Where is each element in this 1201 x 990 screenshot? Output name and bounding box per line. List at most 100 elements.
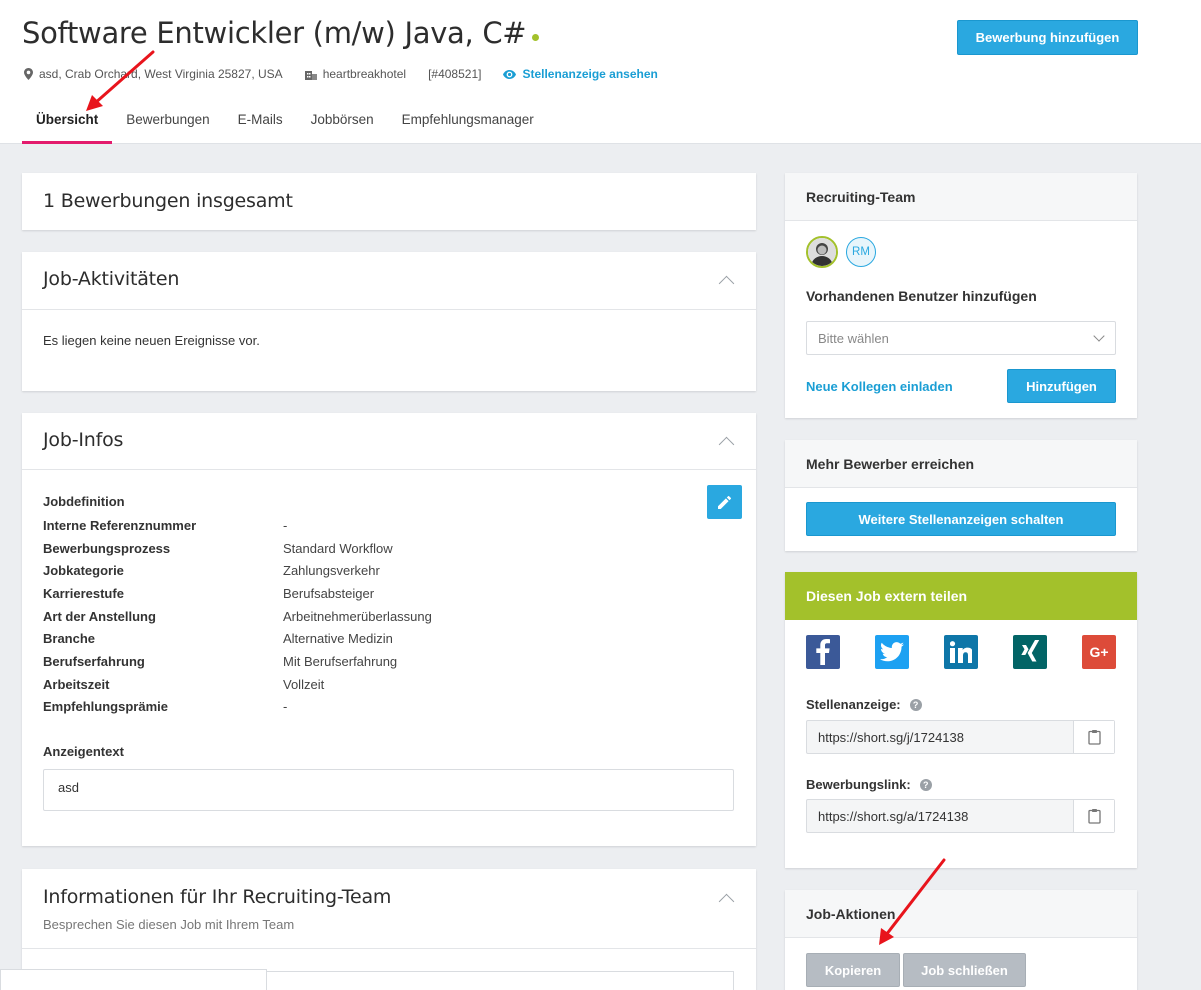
total-applications-card: 1 Bewerbungen insgesamt — [22, 173, 756, 230]
job-ad-url-field[interactable]: https://short.sg/j/1724138 — [806, 720, 1115, 754]
recruiting-team-header: Recruiting-Team — [785, 173, 1137, 221]
comment-tab-fragment[interactable] — [0, 969, 267, 990]
copy-job-button[interactable]: Kopieren — [806, 953, 900, 987]
job-infos-title: Job-Infos — [43, 429, 124, 451]
invite-colleagues-link[interactable]: Neue Kollegen einladen — [806, 379, 953, 394]
info-value: - — [283, 699, 288, 715]
info-value: Arbeitnehmerüberlassung — [283, 608, 432, 624]
company-info: heartbreakhotel — [304, 67, 407, 81]
info-label: Berufserfahrung — [43, 653, 145, 669]
twitter-icon[interactable] — [875, 635, 909, 669]
collapse-chevron-icon[interactable] — [718, 436, 735, 453]
help-icon[interactable]: ? — [909, 698, 922, 711]
total-applications-title: 1 Bewerbungen insgesamt — [43, 190, 293, 212]
clipboard-glyph-icon — [1087, 809, 1101, 824]
comment-input-fragment[interactable] — [266, 971, 734, 990]
xing-glyph-icon — [1021, 640, 1040, 662]
xing-icon[interactable] — [1013, 635, 1047, 669]
job-header: Software Entwickler (m/w) Java, C# asd, … — [0, 0, 1201, 144]
no-events-text: Es liegen keine neuen Ereignisse vor. — [43, 333, 260, 348]
info-row: Interne Referenznummer - — [43, 514, 643, 537]
job-definition-title: Jobdefinition — [43, 494, 125, 509]
clipboard-glyph-icon — [1087, 730, 1101, 745]
tab-referral-manager[interactable]: Empfehlungsmanager — [388, 100, 548, 144]
apply-link-field[interactable]: https://short.sg/a/1724138 — [806, 799, 1115, 833]
view-ad-link-label[interactable]: Stellenanzeige ansehen — [522, 67, 657, 81]
apply-link-label: Bewerbungslink:? — [806, 777, 932, 792]
info-value: - — [283, 517, 288, 533]
team-info-header[interactable]: Informationen für Ihr Recruiting-Team Be… — [22, 869, 756, 949]
team-info-title: Informationen für Ihr Recruiting-Team — [43, 886, 392, 908]
tab-emails[interactable]: E-Mails — [224, 100, 297, 144]
recruiting-team-card: Recruiting-Team RM Vorhandenen Benutzer … — [785, 173, 1137, 418]
apply-link-label-text: Bewerbungslink: — [806, 777, 911, 792]
tab-applications[interactable]: Bewerbungen — [112, 100, 223, 144]
job-ad-url-label-text: Stellenanzeige: — [806, 697, 901, 712]
team-info-subtitle: Besprechen Sie diesen Job mit Ihrem Team — [43, 917, 295, 932]
info-row: Karrierestufe Berufsabsteiger — [43, 582, 643, 605]
info-label: Bewerbungsprozess — [43, 540, 171, 556]
location-text: asd, Crab Orchard, West Virginia 25827, … — [39, 67, 283, 81]
location-info: asd, Crab Orchard, West Virginia 25827, … — [24, 67, 283, 81]
info-row: Bewerbungsprozess Standard Workflow — [43, 537, 643, 560]
share-job-card: Diesen Job extern teilen G+ Stellenanzei… — [785, 572, 1137, 868]
job-id-text: [#408521] — [428, 67, 482, 81]
info-value: Zahlungsverkehr — [283, 563, 380, 579]
share-job-title: Diesen Job extern teilen — [806, 588, 968, 604]
job-id: [#408521] — [428, 67, 481, 81]
facebook-glyph-icon — [816, 639, 830, 665]
recruiting-team-title: Recruiting-Team — [806, 189, 916, 205]
twitter-bird-icon — [880, 642, 904, 662]
job-activities-title: Job-Aktivitäten — [43, 268, 180, 290]
google-plus-icon[interactable]: G+ — [1082, 635, 1116, 669]
job-actions-card: Job-Aktionen Kopieren Job schließen — [785, 890, 1137, 990]
apply-link-url[interactable]: https://short.sg/a/1724138 — [807, 800, 1073, 832]
info-label: Arbeitszeit — [43, 676, 110, 692]
job-infos-header[interactable]: Job-Infos — [22, 413, 756, 470]
job-ad-url-label: Stellenanzeige:? — [806, 697, 922, 712]
job-actions-title: Job-Aktionen — [806, 906, 896, 922]
info-label: Empfehlungsprämie — [43, 699, 168, 715]
add-user-button[interactable]: Hinzufügen — [1007, 369, 1116, 403]
add-application-button[interactable]: Bewerbung hinzufügen — [957, 20, 1138, 55]
info-row: Branche Alternative Medizin — [43, 627, 643, 650]
collapse-chevron-icon[interactable] — [718, 893, 735, 910]
more-job-ads-button[interactable]: Weitere Stellenanzeigen schalten — [806, 502, 1116, 536]
job-info-list: Interne Referenznummer - Bewerbungsprozes… — [43, 514, 643, 718]
status-indicator — [532, 33, 540, 41]
chevron-down-icon — [1093, 330, 1105, 342]
clipboard-icon[interactable] — [1073, 721, 1114, 753]
user-select[interactable]: Bitte wählen — [806, 321, 1116, 355]
tab-job-boards[interactable]: Jobbörsen — [297, 100, 388, 144]
info-value: Mit Berufserfahrung — [283, 653, 398, 669]
edit-job-button[interactable] — [707, 485, 742, 519]
facebook-icon[interactable] — [806, 635, 840, 669]
linkedin-icon[interactable] — [944, 635, 978, 669]
clipboard-icon[interactable] — [1073, 800, 1114, 832]
job-ad-url[interactable]: https://short.sg/j/1724138 — [807, 721, 1073, 753]
help-icon[interactable]: ? — [919, 778, 932, 791]
close-job-button[interactable]: Job schließen — [903, 953, 1026, 987]
avatar[interactable]: RM — [846, 237, 876, 267]
linkedin-glyph-icon — [950, 641, 972, 663]
company-name: heartbreakhotel — [322, 67, 407, 81]
tab-overview[interactable]: Übersicht — [22, 100, 113, 144]
more-applicants-header: Mehr Bewerber erreichen — [785, 440, 1137, 488]
share-job-header: Diesen Job extern teilen — [785, 572, 1137, 620]
info-label: Interne Referenznummer — [43, 517, 197, 533]
job-infos-card: Job-Infos Jobdefinition Interne Referenz… — [22, 413, 756, 846]
user-select-placeholder: Bitte wählen — [818, 331, 889, 346]
avatar[interactable] — [806, 236, 838, 268]
info-label: Jobkategorie — [43, 563, 124, 579]
tab-bar: Übersicht Bewerbungen E-Mails Jobbörsen … — [22, 100, 548, 144]
location-pin-icon — [24, 68, 33, 80]
info-value: Standard Workflow — [283, 540, 393, 556]
building-icon — [304, 70, 317, 80]
info-value: Vollzeit — [283, 676, 325, 692]
pencil-icon — [718, 495, 731, 509]
more-applicants-card: Mehr Bewerber erreichen Weitere Stellena… — [785, 440, 1137, 551]
job-activities-header[interactable]: Job-Aktivitäten — [22, 252, 756, 310]
info-value: Berufsabsteiger — [283, 585, 375, 601]
view-ad-link[interactable]: Stellenanzeige ansehen — [503, 67, 658, 81]
collapse-chevron-icon[interactable] — [718, 275, 735, 292]
